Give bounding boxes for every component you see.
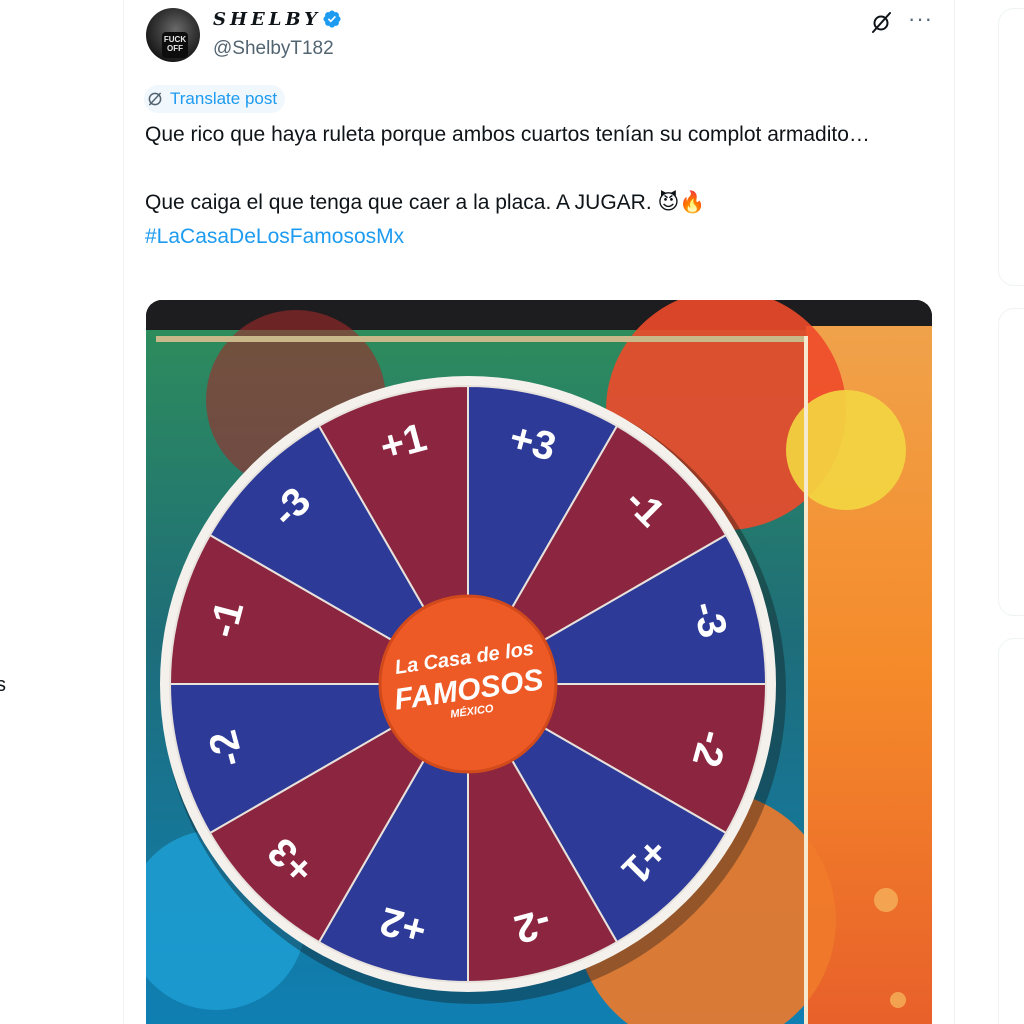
sidebar-card-1 bbox=[998, 8, 1024, 286]
right-divider bbox=[954, 0, 955, 1024]
translate-icon bbox=[148, 92, 162, 106]
avatar[interactable]: FUCK OFF bbox=[146, 8, 200, 62]
sidebar-card-3 bbox=[998, 638, 1024, 1024]
more-icon[interactable]: ··· bbox=[908, 6, 933, 32]
tweet-text: Que rico que haya ruleta porque ambos cu… bbox=[145, 118, 905, 254]
roulette-photo: +3-1-3-2+1-2+2+3-2-1-3+1La Casa de losFA… bbox=[146, 300, 932, 1024]
tweet[interactable]: FUCK OFF SHELBY @ShelbyT182 ··· Translat… bbox=[124, 0, 954, 1024]
translate-post-button[interactable]: Translate post bbox=[144, 85, 286, 113]
translate-post-label: Translate post bbox=[170, 89, 278, 108]
left-column-fragment: s bbox=[0, 674, 6, 696]
page: s FUCK OFF SHELBY @ShelbyT182 ··· Transl… bbox=[0, 0, 1024, 1024]
display-name[interactable]: SHELBY bbox=[213, 9, 321, 30]
tweet-text-paragraph-2: Que caiga el que tenga que caer a la pla… bbox=[145, 191, 706, 214]
tweet-text-paragraph-1: Que rico que haya ruleta porque ambos cu… bbox=[145, 123, 870, 146]
user-handle[interactable]: @ShelbyT182 bbox=[213, 38, 334, 60]
verified-badge-icon bbox=[323, 10, 341, 28]
grok-icon[interactable] bbox=[870, 10, 894, 34]
roulette-wheel: +3-1-3-2+1-2+2+3-2-1-3+1La Casa de losFA… bbox=[160, 376, 786, 1004]
hashtag-link[interactable]: #LaCasaDeLosFamososMx bbox=[145, 225, 404, 248]
sidebar-card-2 bbox=[998, 308, 1024, 616]
tweet-text-spacer bbox=[145, 152, 905, 186]
tweet-media-image[interactable]: +3 -1 -3 -2 +1 -2 +2 +3 -2 -1 -3 +1 La Casa de los FA… bbox=[146, 300, 932, 1024]
right-sidebar bbox=[998, 0, 1024, 1024]
avatar-shirt-text: FUCK OFF bbox=[162, 32, 188, 58]
